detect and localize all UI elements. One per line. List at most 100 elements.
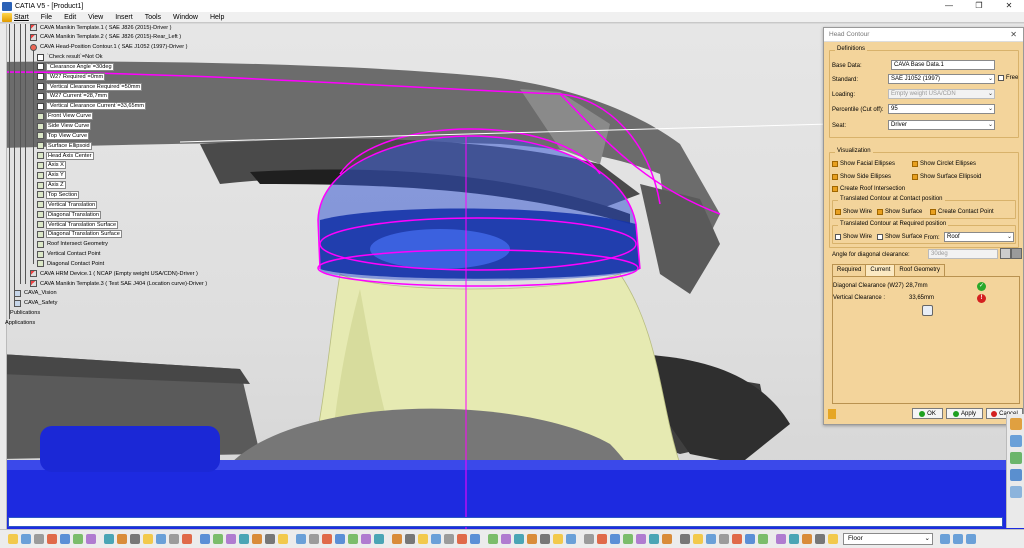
toolbar-icon[interactable] — [348, 534, 358, 544]
menu-view[interactable]: View — [88, 14, 103, 21]
toolbar-icon[interactable] — [392, 534, 402, 544]
toolbar-icon[interactable] — [649, 534, 659, 544]
tree-item[interactable]: `Clearance Angle`=30deg — [37, 62, 114, 71]
seat-select[interactable]: Driver ⌄ — [888, 120, 995, 130]
tree-item[interactable]: CAVA Manikin Template.3 ( Test SAE J404 … — [30, 279, 208, 288]
tree-item[interactable]: `Check result`=Not Ok — [37, 53, 104, 62]
tree-item[interactable]: CAVA_Safety — [14, 299, 58, 308]
toolbar-icon[interactable] — [296, 534, 306, 544]
toolbar-icon[interactable] — [278, 534, 288, 544]
toolbar-icon[interactable] — [636, 534, 646, 544]
create-roof-intersection-checkbox[interactable]: Create Roof Intersection — [832, 186, 905, 192]
tree-item[interactable]: Vertical Translation — [37, 200, 98, 209]
toolbar-icon[interactable] — [226, 534, 236, 544]
tree-item[interactable]: Diagonal Translation Surface — [37, 230, 122, 239]
tool-icon-3[interactable] — [1009, 452, 1022, 464]
create-contact-point-checkbox[interactable]: Create Contact Point — [930, 209, 994, 215]
toolbar-icon[interactable] — [470, 534, 480, 544]
toolbar-icon[interactable] — [117, 534, 127, 544]
tool-icon-5[interactable] — [1009, 486, 1022, 498]
tree-item[interactable]: `W27 Current`=28,7mm — [37, 92, 109, 101]
tab-roof-geometry[interactable]: Roof Geometry — [894, 264, 946, 276]
menu-window[interactable]: Window — [173, 14, 198, 21]
toolbar-icon[interactable] — [322, 534, 332, 544]
toolbar-icon[interactable] — [566, 534, 576, 544]
command-input[interactable] — [8, 517, 1003, 527]
toolbar-icon[interactable] — [693, 534, 703, 544]
toolbar-icon[interactable] — [662, 534, 672, 544]
formula-icon[interactable] — [1011, 248, 1022, 259]
req-show-wire-checkbox[interactable]: Show Wire — [835, 234, 872, 240]
toolbar-icon[interactable] — [940, 534, 950, 544]
loading-select[interactable]: Empty weight USA/CDN ⌄ — [888, 89, 995, 99]
toolbar-icon[interactable] — [488, 534, 498, 544]
toolbar-icon[interactable] — [169, 534, 179, 544]
angle-field[interactable]: 30deg — [928, 249, 998, 259]
tree-item[interactable]: `Vertical Clearance Current`=33,65mm — [37, 102, 146, 111]
standard-select[interactable]: SAE J1052 (1997) ⌄ — [888, 74, 995, 84]
tree-item[interactable]: CAVA_Vision — [14, 289, 58, 298]
toolbar-icon[interactable] — [182, 534, 192, 544]
tool-icon-4[interactable] — [1009, 469, 1022, 481]
toolbar-icon[interactable] — [584, 534, 594, 544]
dialog-close-icon[interactable]: ✕ — [1010, 30, 1017, 39]
tree-item[interactable]: Head Axis Center — [37, 151, 94, 160]
toolbar-icon[interactable] — [374, 534, 384, 544]
toolbar-icon[interactable] — [745, 534, 755, 544]
toolbar-icon[interactable] — [719, 534, 729, 544]
toolbar-icon[interactable] — [156, 534, 166, 544]
tab-current[interactable]: Current — [865, 264, 896, 276]
toolbar-icon[interactable] — [361, 534, 371, 544]
tool-icon-2[interactable] — [1009, 435, 1022, 447]
toolbar-icon[interactable] — [732, 534, 742, 544]
contact-show-wire-checkbox[interactable]: Show Wire — [835, 209, 872, 215]
menu-edit[interactable]: Edit — [64, 14, 76, 21]
toolbar-icon[interactable] — [309, 534, 319, 544]
tree-item[interactable]: Front View Curve — [37, 112, 94, 121]
show-side-ellipses-checkbox[interactable]: Show Side Ellipses — [832, 174, 891, 180]
toolbar-icon[interactable] — [431, 534, 441, 544]
toolbar-icon[interactable] — [34, 534, 44, 544]
toolbar-icon[interactable] — [143, 534, 153, 544]
toolbar-icon[interactable] — [597, 534, 607, 544]
toolbar-icon[interactable] — [86, 534, 96, 544]
tree-item[interactable]: Roof Intersect Geometry — [37, 240, 109, 249]
toolbar-icon[interactable] — [966, 534, 976, 544]
tree-item[interactable]: Diagonal Translation — [37, 210, 101, 219]
toolbar-icon[interactable] — [610, 534, 620, 544]
tree-item[interactable]: Surface Ellipsoid — [37, 141, 92, 150]
toolbar-icon[interactable] — [802, 534, 812, 544]
toolbar-icon[interactable] — [527, 534, 537, 544]
toolbar-icon[interactable] — [200, 534, 210, 544]
minimize-button[interactable]: — — [934, 0, 964, 12]
toolbar-icon[interactable] — [21, 534, 31, 544]
ok-button[interactable]: OK — [912, 408, 943, 419]
tree-item[interactable]: Vertical Contact Point — [37, 250, 101, 259]
tool-icon-1[interactable] — [1009, 418, 1022, 430]
menu-help[interactable]: Help — [210, 14, 224, 21]
tree-item[interactable]: Axis Z — [37, 181, 66, 190]
show-facial-ellipses-checkbox[interactable]: Show Facial Ellipses — [832, 161, 895, 167]
toolbar-icon[interactable] — [540, 534, 550, 544]
measure-icon[interactable] — [1000, 248, 1011, 259]
toolbar-icon[interactable] — [405, 534, 415, 544]
menu-file[interactable]: File — [41, 14, 52, 21]
tree-item[interactable]: Side View Curve — [37, 122, 92, 131]
toolbar-icon[interactable] — [514, 534, 524, 544]
menu-insert[interactable]: Insert — [115, 14, 133, 21]
toolbar-icon[interactable] — [335, 534, 345, 544]
tree-item[interactable]: Axis Y — [37, 171, 66, 180]
tree-item[interactable]: CAVA Manikin Template.2 ( SAE J826 (2015… — [30, 33, 182, 42]
toolbar-icon[interactable] — [758, 534, 768, 544]
toolbar-icon[interactable] — [789, 534, 799, 544]
close-window-button[interactable]: ✕ — [994, 0, 1024, 12]
specification-tree[interactable]: CAVA Manikin Template.1 ( SAE J826 (2015… — [0, 24, 300, 334]
toolbar-icon[interactable] — [501, 534, 511, 544]
toolbar-icon[interactable] — [553, 534, 563, 544]
toolbar-icon[interactable] — [8, 534, 18, 544]
tree-item[interactable]: Vertical Translation Surface — [37, 220, 119, 229]
floor-select[interactable]: Floor ⌄ — [843, 533, 933, 545]
toolbar-icon[interactable] — [265, 534, 275, 544]
toolbar-icon[interactable] — [60, 534, 70, 544]
show-surface-ellipsoid-checkbox[interactable]: Show Surface Ellipsoid — [912, 174, 981, 180]
